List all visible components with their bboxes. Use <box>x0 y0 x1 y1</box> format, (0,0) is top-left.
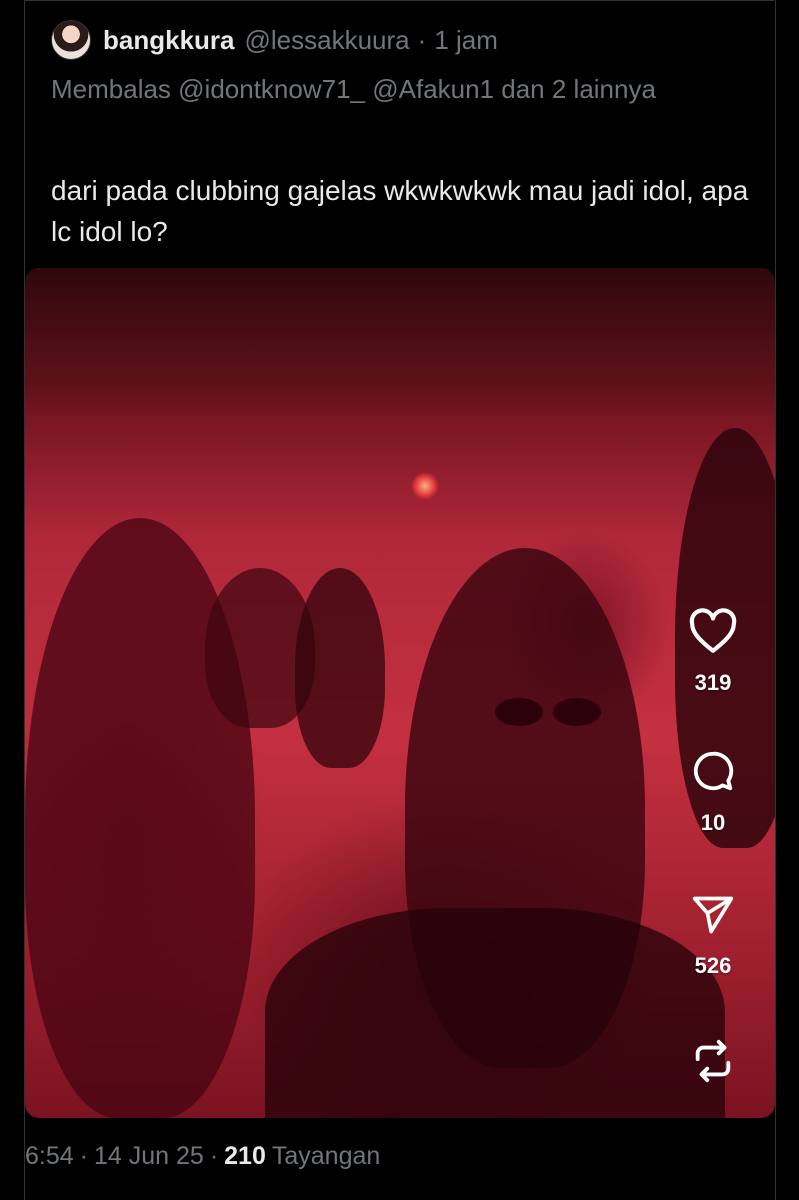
post-time[interactable]: 6:54 <box>25 1142 74 1171</box>
header-separator: · <box>417 24 427 55</box>
heart-icon[interactable] <box>688 608 738 654</box>
avatar[interactable] <box>51 20 91 60</box>
views-count[interactable]: 210 <box>224 1142 266 1171</box>
repost-action[interactable] <box>673 1038 753 1084</box>
share-count: 526 <box>694 953 732 978</box>
like-action[interactable]: 319 <box>673 608 753 696</box>
repost-icon[interactable] <box>690 1038 736 1084</box>
views-label: Tayangan <box>271 1141 381 1170</box>
video-scene-sunglasses <box>495 698 605 728</box>
tweet-header: bangkkura @lessakkuura · 1 jam <box>51 20 498 60</box>
reply-context[interactable]: Membalas @idontknow71_ @Afakun1 dan 2 la… <box>51 70 751 108</box>
like-count: 319 <box>694 670 732 695</box>
footer-separator: · <box>79 1141 88 1170</box>
display-name[interactable]: bangkkura <box>103 25 235 56</box>
user-handle[interactable]: @lessakkuura <box>245 25 410 56</box>
tweet-text: dari pada clubbing gajelas wkwkwkwk mau … <box>51 175 749 247</box>
comment-action[interactable]: 10 <box>673 748 753 836</box>
tweet-time[interactable]: 1 jam <box>434 25 498 56</box>
comment-count: 10 <box>700 810 726 835</box>
send-icon[interactable] <box>691 893 735 937</box>
comment-icon[interactable] <box>690 748 736 794</box>
footer-separator: · <box>209 1141 219 1170</box>
video-scene-figure <box>265 908 725 1118</box>
video-scene-figure <box>295 568 385 768</box>
video-media[interactable]: 319 10 526 <box>25 268 775 1118</box>
video-scene-ceiling <box>25 268 775 418</box>
post-date[interactable]: 14 Jun 25 <box>94 1142 204 1171</box>
tweet-footer: 6:54 · 14 Jun 25 · 210 Tayangan <box>25 1138 380 1174</box>
share-action[interactable]: 526 <box>673 893 753 979</box>
